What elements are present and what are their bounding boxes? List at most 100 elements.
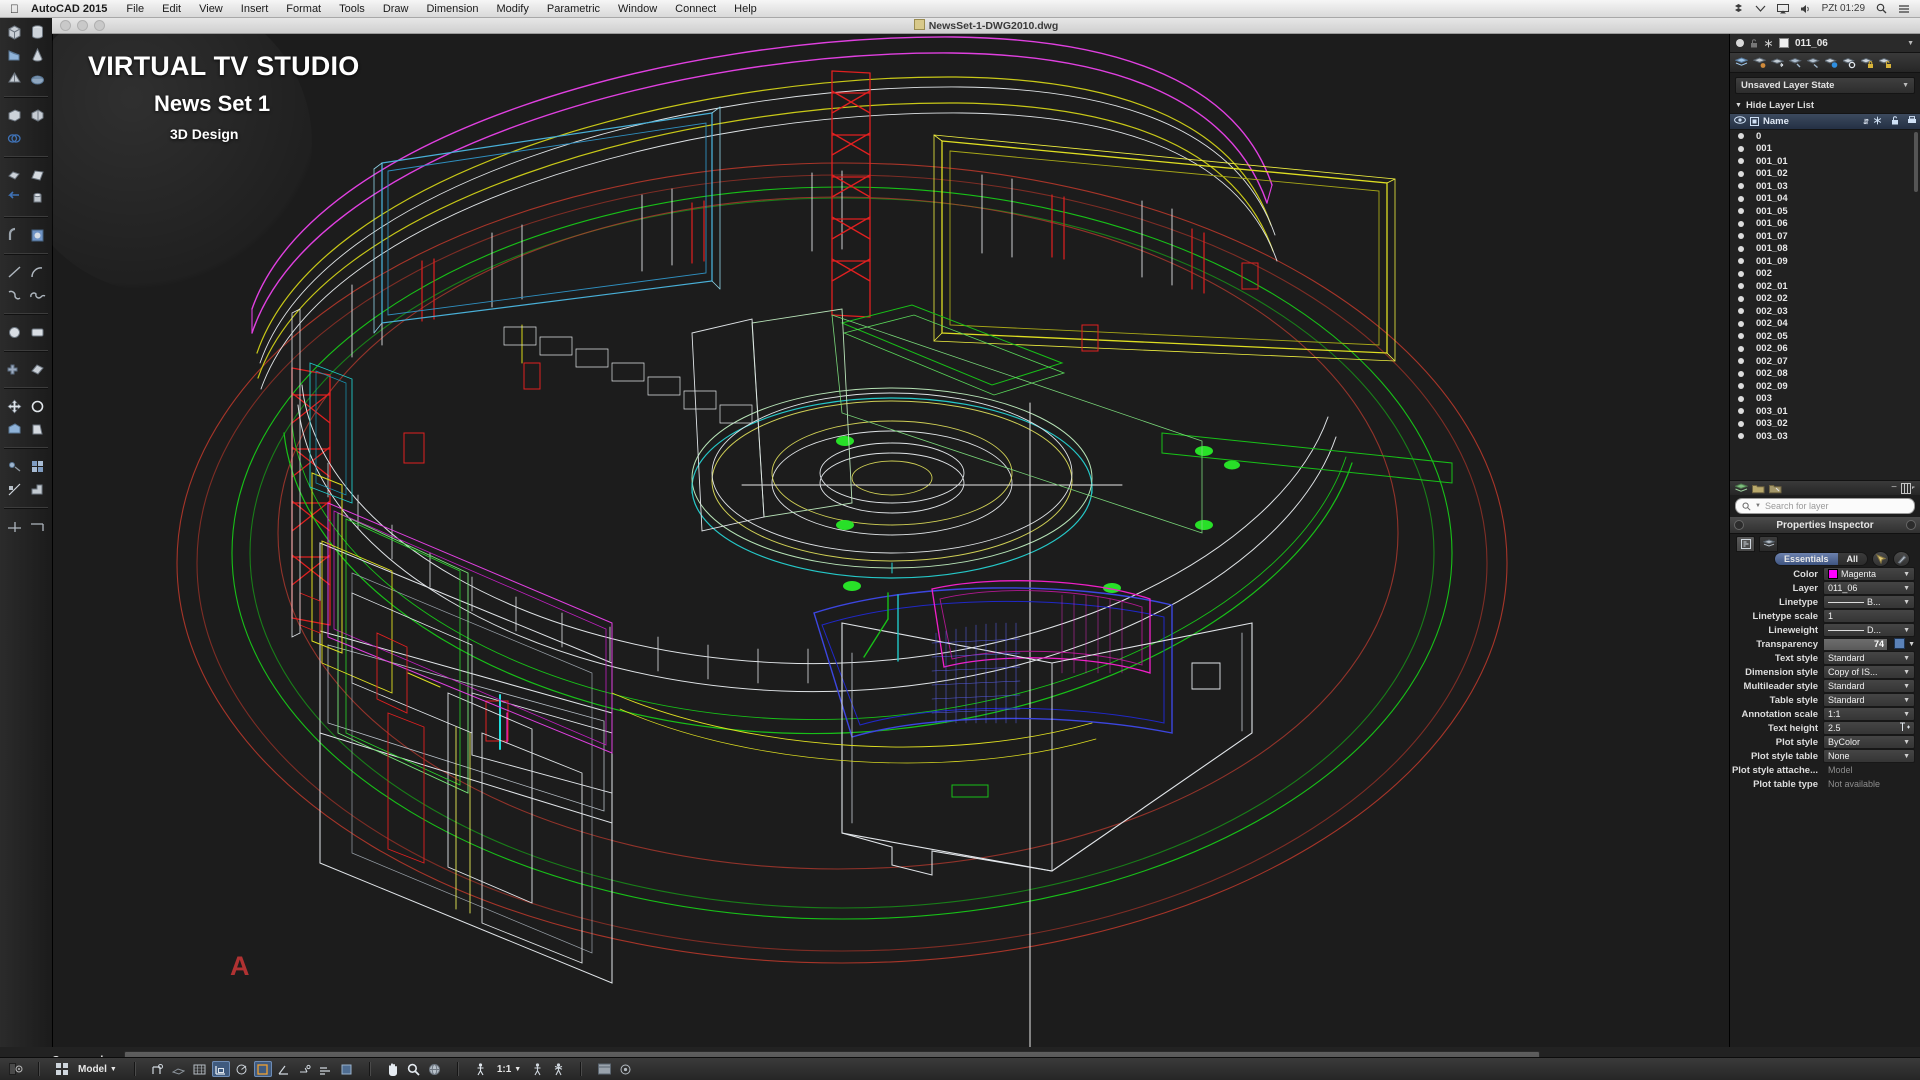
app-name-label[interactable]: AutoCAD 2015: [31, 3, 117, 15]
slice-icon[interactable]: [26, 224, 49, 247]
property-row[interactable]: Lineweight D... ▼: [1730, 623, 1920, 637]
space-combo[interactable]: Model ▼: [74, 1064, 121, 1075]
thicken-icon[interactable]: [26, 478, 49, 501]
property-value[interactable]: D... ▼: [1823, 623, 1915, 637]
chevron-down-icon[interactable]: ▼: [514, 1066, 521, 1073]
property-row[interactable]: Plot style table None ▼: [1730, 749, 1920, 763]
layer-unlock-icon[interactable]: [1877, 55, 1894, 70]
layer-row[interactable]: 001_05: [1730, 205, 1920, 218]
union-icon[interactable]: [3, 321, 26, 344]
grid-display-icon[interactable]: [170, 1061, 188, 1077]
current-layer-bar[interactable]: 011_06 ▼: [1730, 34, 1920, 53]
property-row[interactable]: Plot style attache... Model: [1730, 763, 1920, 777]
layer-row[interactable]: 002_02: [1730, 293, 1920, 306]
property-row[interactable]: Transparency 74 ▼: [1730, 637, 1920, 651]
menu-format[interactable]: Format: [277, 3, 330, 15]
chevron-down-icon[interactable]: ▼: [110, 1066, 117, 1073]
layer-lock-icon[interactable]: [1859, 55, 1876, 70]
ortho-icon[interactable]: [211, 1061, 230, 1077]
property-value[interactable]: Standard ▼: [1823, 651, 1915, 665]
transparency-picker-icon[interactable]: [1894, 637, 1906, 651]
essentials-all-segment[interactable]: Essentials All: [1774, 552, 1869, 566]
property-row[interactable]: Annotation scale 1:1 ▼: [1730, 707, 1920, 721]
minus-icon[interactable]: −: [1891, 483, 1897, 493]
chevron-down-icon[interactable]: ▼: [1903, 711, 1910, 718]
layer-state-combo[interactable]: Unsaved Layer State ▼: [1735, 77, 1915, 94]
apple-icon[interactable]: : [0, 3, 31, 15]
search-icon[interactable]: [1876, 3, 1887, 14]
panel-collapse-right-knob[interactable]: [1906, 520, 1916, 530]
menu-dimension[interactable]: Dimension: [417, 3, 487, 15]
cone-icon[interactable]: [26, 44, 49, 67]
ray-icon[interactable]: [26, 515, 49, 538]
volume-icon[interactable]: [1800, 4, 1811, 14]
properties-tab[interactable]: [1736, 535, 1755, 552]
chevron-down-icon[interactable]: ▼: [1908, 641, 1915, 648]
property-row[interactable]: Dimension style Copy of IS... ▼: [1730, 665, 1920, 679]
layer-row[interactable]: 001_04: [1730, 193, 1920, 206]
property-value[interactable]: 74 ▼: [1823, 637, 1915, 651]
sweep-icon[interactable]: [26, 187, 49, 210]
property-value[interactable]: Standard ▼: [1823, 693, 1915, 707]
property-row[interactable]: Text height 2.5: [1730, 721, 1920, 735]
cylinder-icon[interactable]: [26, 21, 49, 44]
menu-tools[interactable]: Tools: [330, 3, 374, 15]
airplay-icon[interactable]: [1776, 3, 1789, 14]
intersect-icon[interactable]: [3, 358, 26, 381]
polyline-icon[interactable]: [26, 284, 49, 307]
layer-visibility-toggle[interactable]: [1730, 170, 1752, 177]
extrude-icon[interactable]: [3, 104, 26, 127]
new-property-filter-icon[interactable]: [1769, 483, 1782, 494]
property-value[interactable]: Copy of IS... ▼: [1823, 665, 1915, 679]
layer-states-icon[interactable]: [1751, 55, 1768, 70]
columns-icon[interactable]: [1901, 482, 1915, 494]
properties-panel-header[interactable]: Properties Inspector: [1730, 517, 1920, 534]
property-value[interactable]: 2.5: [1823, 721, 1915, 735]
layer-row[interactable]: 002_09: [1730, 380, 1920, 393]
layer-row[interactable]: 002_04: [1730, 318, 1920, 331]
search-caret-icon[interactable]: ▼: [1755, 503, 1761, 509]
property-value[interactable]: ByColor ▼: [1823, 735, 1915, 749]
dynamic-ucs-icon[interactable]: [317, 1061, 335, 1077]
new-layer-icon[interactable]: [1735, 482, 1748, 494]
color-swatch-icon[interactable]: [1779, 38, 1789, 48]
3darray-icon[interactable]: [3, 478, 26, 501]
property-value[interactable]: 1:1 ▼: [1823, 707, 1915, 721]
layer-visibility-toggle[interactable]: [1730, 158, 1752, 165]
layer-row[interactable]: 001_07: [1730, 230, 1920, 243]
transparency-slider[interactable]: 74: [1823, 637, 1889, 651]
pyramid-icon[interactable]: [3, 67, 26, 90]
unlock-icon[interactable]: [1750, 38, 1758, 48]
thaw-icon[interactable]: [1764, 39, 1773, 48]
layer-visibility-toggle[interactable]: [1730, 258, 1752, 265]
model-grid-icon[interactable]: [53, 1061, 71, 1077]
layer-row[interactable]: 001_08: [1730, 243, 1920, 256]
menu-modify[interactable]: Modify: [487, 3, 537, 15]
polar-tracking-icon[interactable]: [233, 1061, 251, 1077]
layer-visibility-toggle[interactable]: [1730, 283, 1752, 290]
layer-visibility-toggle[interactable]: [1730, 370, 1752, 377]
annotation-visibility-icon[interactable]: [528, 1061, 546, 1077]
layer-list-scrollbar[interactable]: [1914, 132, 1918, 192]
layer-list[interactable]: 0 001 001_01 001_02 001_03 001_04 001_05 001_06…: [1730, 130, 1920, 480]
loft-icon[interactable]: [26, 164, 49, 187]
property-row[interactable]: Plot table type Not available: [1730, 777, 1920, 791]
on-dot-icon[interactable]: [1736, 39, 1744, 47]
layer-row[interactable]: 002_03: [1730, 305, 1920, 318]
orbit-icon[interactable]: [426, 1061, 444, 1077]
quick-select-icon[interactable]: [1872, 551, 1890, 567]
3d-osnap-icon[interactable]: [275, 1061, 293, 1077]
property-row[interactable]: Color Magenta ▼: [1730, 567, 1920, 581]
layer-visibility-toggle[interactable]: [1730, 383, 1752, 390]
spline-icon[interactable]: [3, 284, 26, 307]
chevron-down-icon[interactable]: ▼: [1903, 571, 1910, 578]
layer-match-icon[interactable]: [1787, 55, 1804, 70]
3dmove-icon[interactable]: [3, 395, 26, 418]
chevron-down-icon[interactable]: ▼: [1902, 82, 1909, 89]
layer-visibility-toggle[interactable]: [1730, 333, 1752, 340]
zoom-icon[interactable]: [405, 1061, 423, 1077]
property-value[interactable]: Standard ▼: [1823, 679, 1915, 693]
eye-icon[interactable]: [1730, 116, 1750, 127]
layer-row[interactable]: 001_01: [1730, 155, 1920, 168]
object-snap-icon[interactable]: [253, 1061, 272, 1077]
